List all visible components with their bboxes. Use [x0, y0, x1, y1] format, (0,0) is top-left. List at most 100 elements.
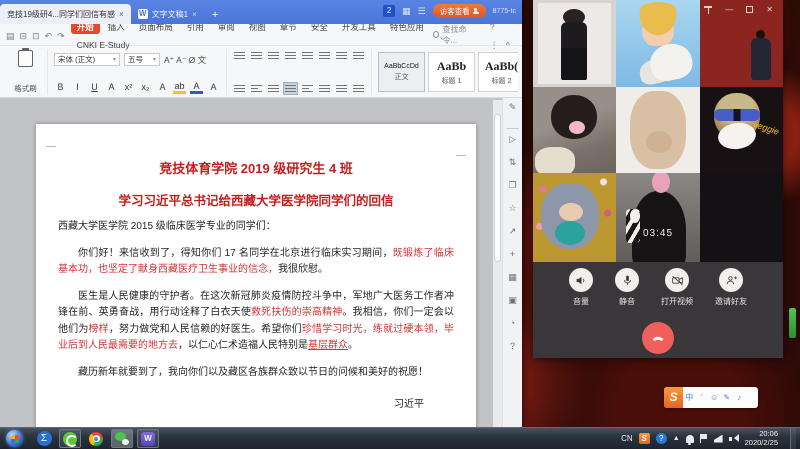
- image-icon[interactable]: ▣: [508, 295, 517, 305]
- text-tools[interactable]: 文: [198, 55, 207, 65]
- notification-bell-icon[interactable]: [686, 435, 694, 443]
- invite-button[interactable]: 邀请好友: [715, 268, 747, 307]
- help-icon[interactable]: ?: [510, 341, 515, 351]
- message-badge[interactable]: 2: [383, 5, 395, 17]
- participant-beige-torso[interactable]: [616, 87, 700, 173]
- font-name-select[interactable]: 宋体 (正文)▾: [54, 53, 120, 66]
- style-正文[interactable]: AaBbCcDd正文: [378, 52, 425, 92]
- scrollbar-thumb[interactable]: [494, 114, 501, 262]
- speaker-button[interactable]: 音量: [569, 268, 593, 307]
- punctuation-icon[interactable]: ’: [696, 387, 709, 408]
- align-left-button[interactable]: [233, 83, 246, 94]
- increase-font[interactable]: A⁺: [164, 55, 176, 65]
- tab-close-icon[interactable]: ×: [119, 10, 124, 19]
- vertical-scrollbar[interactable]: [493, 100, 502, 427]
- skin-grid-icon[interactable]: [746, 387, 759, 408]
- voice-icon[interactable]: ♪: [733, 387, 746, 408]
- doc-tab-2[interactable]: W文字文稿1×: [131, 4, 204, 24]
- highlight-color-button[interactable]: ab: [173, 81, 186, 94]
- select-icon[interactable]: ▷: [509, 134, 516, 144]
- underline-button[interactable]: U: [88, 81, 101, 94]
- participant-teal-mask-yellow-bg[interactable]: [533, 173, 616, 262]
- superscript-button[interactable]: x²: [122, 81, 135, 94]
- style-标题 1[interactable]: AaBb标题 1: [428, 52, 475, 92]
- taskbar-green-browser[interactable]: [59, 429, 81, 448]
- pin-icon[interactable]: [704, 5, 712, 14]
- char-shading-button[interactable]: A: [207, 81, 220, 94]
- justify-button[interactable]: [284, 83, 297, 94]
- handwriting-icon[interactable]: ✎: [721, 387, 734, 408]
- participant-anime-boy-with-dove[interactable]: [616, 0, 700, 87]
- increase-indent-button[interactable]: [284, 50, 297, 61]
- account-button[interactable]: 访客查看: [433, 4, 486, 18]
- bullets-button[interactable]: [233, 50, 246, 61]
- edit-icon[interactable]: ✎: [509, 102, 517, 112]
- print-icon[interactable]: ⊟: [20, 31, 28, 41]
- participant-nike-sportswear-photo[interactable]: [533, 0, 616, 87]
- comment-icon[interactable]: +: [510, 249, 515, 259]
- font-color-button[interactable]: A: [190, 81, 203, 94]
- action-center-flag-icon[interactable]: [700, 434, 708, 443]
- clock[interactable]: 20:06 2020/2/25: [745, 430, 784, 447]
- edge-widget[interactable]: [789, 308, 796, 338]
- subscript-button[interactable]: x₂: [139, 81, 152, 94]
- insert-table-button[interactable]: [352, 50, 365, 61]
- participant-sunglasses-mask-person[interactable]: veggie: [700, 87, 783, 173]
- bold-button[interactable]: B: [54, 81, 67, 94]
- language-indicator[interactable]: CN: [621, 434, 633, 443]
- style-标题 2[interactable]: AaBb(标题 2: [478, 52, 518, 92]
- emoji-icon[interactable]: ☺: [708, 387, 721, 408]
- tray-expand-icon[interactable]: ▲: [673, 435, 680, 442]
- network-icon[interactable]: [714, 435, 723, 443]
- taskbar-w-shield-app[interactable]: W: [137, 429, 159, 448]
- align-right-button[interactable]: [267, 83, 280, 94]
- lang-zh-icon[interactable]: 中: [683, 387, 696, 408]
- paragraph-marks-button[interactable]: [335, 50, 348, 61]
- theme-icon[interactable]: ☰: [418, 5, 426, 17]
- tab-close-icon[interactable]: ×: [192, 10, 197, 19]
- maximize-icon[interactable]: [746, 6, 753, 13]
- collapse-ribbon-icon[interactable]: ^: [506, 40, 510, 50]
- help-tray-icon[interactable]: ?: [656, 433, 667, 444]
- sogou-logo[interactable]: S: [664, 387, 683, 408]
- font-size-select[interactable]: 五号▾: [124, 53, 160, 66]
- apps-grid-icon[interactable]: ▦: [402, 5, 411, 17]
- history-icon[interactable]: ◔: [510, 318, 515, 328]
- pages-icon[interactable]: ❐: [508, 180, 516, 190]
- undo-icon[interactable]: ↶: [45, 31, 53, 41]
- taskbar-chrome[interactable]: [85, 429, 107, 448]
- more-icon[interactable]: ⋮: [490, 40, 499, 50]
- line-spacing-button[interactable]: [318, 83, 331, 94]
- align-center-button[interactable]: [250, 83, 263, 94]
- minimize-icon[interactable]: —: [725, 5, 733, 14]
- share-icon[interactable]: ↗: [509, 226, 517, 236]
- grid-icon[interactable]: ▦: [508, 272, 517, 282]
- find-command-box[interactable]: 查找命令...: [433, 24, 474, 46]
- save-icon[interactable]: ▤: [6, 31, 15, 41]
- participant-dark-camera-off[interactable]: [700, 173, 783, 262]
- adjust-icon[interactable]: ⇅: [509, 157, 517, 167]
- preview-icon[interactable]: ⊡: [32, 31, 40, 41]
- participant-pink-mask-person[interactable]: [533, 87, 616, 173]
- shading-button[interactable]: [335, 83, 348, 94]
- participant-back-view-plush-toy[interactable]: 03:45: [616, 173, 700, 262]
- decrease-indent-button[interactable]: [267, 50, 280, 61]
- text-direction-button[interactable]: [301, 50, 314, 61]
- doc-tab-1[interactable]: 竞技19级研4...同学们回信有感×: [0, 4, 131, 24]
- show-desktop-button[interactable]: [790, 428, 796, 449]
- taskbar-sigma-app[interactable]: Σ: [33, 429, 55, 448]
- volume-icon[interactable]: [729, 434, 739, 443]
- borders-button[interactable]: [352, 83, 365, 94]
- strikethrough-button[interactable]: A: [105, 81, 118, 94]
- decrease-font[interactable]: A⁻: [176, 55, 189, 65]
- mute-button[interactable]: 静音: [615, 268, 639, 307]
- camera-off-button[interactable]: 打开视频: [661, 268, 693, 307]
- document-page[interactable]: 竞技体育学院 2019 级研究生 4 班 学习习近平总书记给西藏大学医学院同学们…: [36, 124, 476, 427]
- italic-button[interactable]: I: [71, 81, 84, 94]
- char-border-button[interactable]: A: [156, 81, 169, 94]
- taskbar-wechat[interactable]: [111, 429, 133, 448]
- close-icon[interactable]: ✕: [766, 5, 773, 14]
- clear-format[interactable]: Ø: [189, 55, 198, 65]
- star-icon[interactable]: ☆: [508, 203, 516, 213]
- redo-icon[interactable]: ↷: [57, 31, 65, 41]
